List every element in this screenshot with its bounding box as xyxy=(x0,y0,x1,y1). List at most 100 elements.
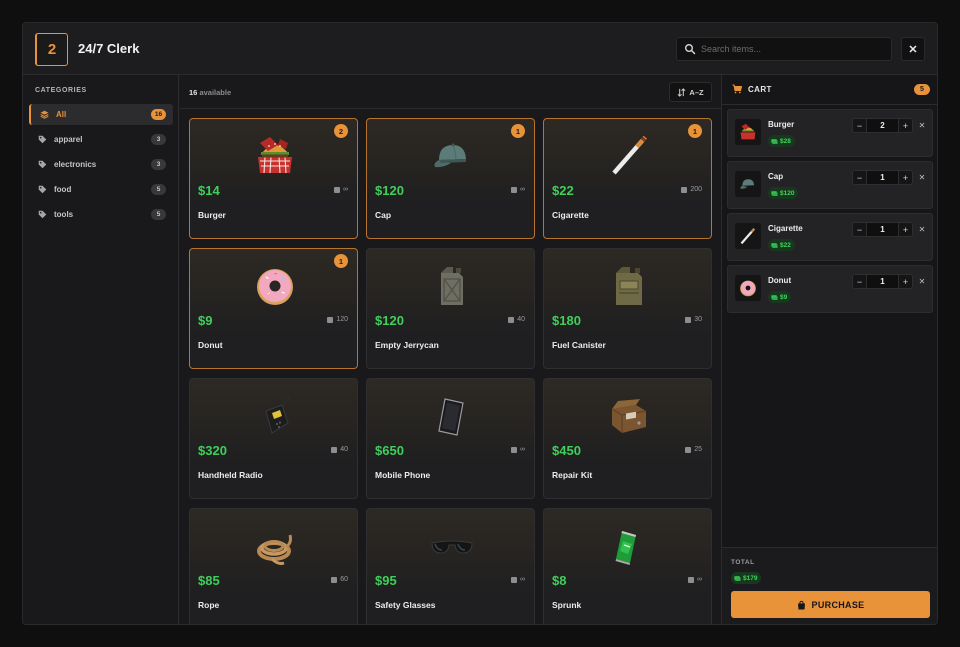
fuel-canister-icon xyxy=(616,267,642,305)
product-card-mobile-phone[interactable]: $650 ∞ Mobile Phone xyxy=(366,378,535,499)
increase-button[interactable]: + xyxy=(898,170,913,185)
product-name: Burger xyxy=(198,210,226,220)
quantity-value[interactable]: 1 xyxy=(867,222,898,237)
product-price: $120 xyxy=(375,183,404,198)
remove-item-button[interactable]: ✕ xyxy=(917,172,927,182)
cigarette-icon xyxy=(740,228,756,245)
category-sidebar: CATEGORIES All 16 apparel 3 electronics … xyxy=(23,75,179,624)
stock-indicator: 60 xyxy=(331,576,348,583)
radio-icon xyxy=(265,396,292,434)
product-card-empty-jerrycan[interactable]: $120 40 Empty Jerrycan xyxy=(366,248,535,369)
quantity-value[interactable]: 2 xyxy=(867,118,898,133)
product-card-donut[interactable]: 1 $9 120 Donut xyxy=(189,248,358,369)
tag-icon xyxy=(38,185,47,194)
sidebar-item-electronics[interactable]: electronics 3 xyxy=(29,154,173,175)
purchase-button[interactable]: PURCHASE xyxy=(731,591,930,618)
decrease-button[interactable]: − xyxy=(852,274,867,289)
sidebar-item-tools[interactable]: tools 5 xyxy=(29,204,173,225)
category-count-badge: 3 xyxy=(151,134,166,145)
product-toolbar: 16 available A–Z xyxy=(180,75,721,109)
product-card-rope[interactable]: $85 60 Rope xyxy=(189,508,358,624)
stock-indicator: ∞ xyxy=(511,446,525,453)
tag-icon xyxy=(38,210,47,219)
product-name: Handheld Radio xyxy=(198,470,263,480)
category-count-badge: 5 xyxy=(151,184,166,195)
product-price: $450 xyxy=(552,443,581,458)
cart-item-thumbnail xyxy=(735,223,761,249)
product-card-handheld-radio[interactable]: $320 40 Handheld Radio xyxy=(189,378,358,499)
increase-button[interactable]: + xyxy=(898,118,913,133)
product-card-fuel-canister[interactable]: $180 30 Fuel Canister xyxy=(543,248,712,369)
product-name: Safety Glasses xyxy=(375,600,436,610)
close-button[interactable]: ✕ xyxy=(901,37,925,61)
box-icon xyxy=(685,316,692,323)
product-card-sprunk[interactable]: $8 ∞ Sprunk xyxy=(543,508,712,624)
product-price: $8 xyxy=(552,573,567,588)
quantity-value[interactable]: 1 xyxy=(867,170,898,185)
search-input[interactable] xyxy=(701,38,887,60)
increase-button[interactable]: + xyxy=(898,274,913,289)
product-card-cap[interactable]: 1 $120 ∞ Cap xyxy=(366,118,535,239)
product-card-repair-kit[interactable]: $450 25 Repair Kit xyxy=(543,378,712,499)
sidebar-title: CATEGORIES xyxy=(35,87,87,94)
stock-indicator: 120 xyxy=(327,316,348,323)
tag-icon xyxy=(38,160,47,169)
cart-item: Cap $120 − 1 + ✕ xyxy=(727,161,933,209)
quantity-stepper: − 1 + xyxy=(852,170,913,185)
remove-item-button[interactable]: ✕ xyxy=(917,276,927,286)
product-name: Cap xyxy=(375,210,392,220)
product-card-cigarette[interactable]: 1 $22 200 Cigarette xyxy=(543,118,712,239)
sort-label: A–Z xyxy=(689,87,704,97)
money-icon xyxy=(771,138,778,144)
product-card-safety-glasses[interactable]: $95 ∞ Safety Glasses xyxy=(366,508,535,624)
total-value: $179 xyxy=(731,572,762,584)
product-area: 16 available A–Z 2 $14 ∞ Burger 1 $120 ∞… xyxy=(180,75,721,624)
box-icon xyxy=(331,446,338,453)
product-name: Empty Jerrycan xyxy=(375,340,439,350)
cart-item-price: $9 xyxy=(768,291,792,303)
donut-icon xyxy=(257,269,293,305)
rope-icon xyxy=(257,534,292,565)
sidebar-item-label: food xyxy=(54,185,72,194)
remove-item-button[interactable]: ✕ xyxy=(917,120,927,130)
cart-title: CART xyxy=(748,85,772,94)
available-count: 16 available xyxy=(189,88,232,97)
stock-indicator: 40 xyxy=(508,316,525,323)
cart-footer: TOTAL $179 PURCHASE xyxy=(722,547,937,624)
product-price: $9 xyxy=(198,313,213,328)
box-icon xyxy=(334,186,340,193)
sidebar-item-food[interactable]: food 5 xyxy=(29,179,173,200)
product-card-burger[interactable]: 2 $14 ∞ Burger xyxy=(189,118,358,239)
sidebar-item-apparel[interactable]: apparel 3 xyxy=(29,129,173,150)
search-box[interactable] xyxy=(676,37,892,61)
decrease-button[interactable]: − xyxy=(852,118,867,133)
cart-item-name: Donut xyxy=(768,276,792,285)
increase-button[interactable]: + xyxy=(898,222,913,237)
product-price: $320 xyxy=(198,443,227,458)
product-name: Donut xyxy=(198,340,223,350)
shop-window: 2 24/7 Clerk ✕ CATEGORIES All 16 apparel… xyxy=(22,22,938,625)
phone-icon xyxy=(438,398,464,436)
remove-item-button[interactable]: ✕ xyxy=(917,224,927,234)
decrease-button[interactable]: − xyxy=(852,170,867,185)
quantity-value[interactable]: 1 xyxy=(867,274,898,289)
product-price: $650 xyxy=(375,443,404,458)
product-name: Fuel Canister xyxy=(552,340,606,350)
decrease-button[interactable]: − xyxy=(852,222,867,237)
cart-item-thumbnail xyxy=(735,119,761,145)
quantity-stepper: − 1 + xyxy=(852,222,913,237)
sort-button[interactable]: A–Z xyxy=(669,82,712,102)
stock-indicator: ∞ xyxy=(511,576,525,583)
sort-icon xyxy=(677,87,686,97)
sidebar-item-all[interactable]: All 16 xyxy=(29,104,173,125)
category-count-badge: 16 xyxy=(151,109,166,120)
product-price: $95 xyxy=(375,573,397,588)
in-cart-badge: 1 xyxy=(511,124,525,138)
purchase-label: PURCHASE xyxy=(811,599,865,610)
header: 2 24/7 Clerk ✕ xyxy=(23,23,937,75)
repair-kit-icon xyxy=(611,399,647,433)
cigarette-icon xyxy=(612,135,647,175)
cart-item: Donut $9 − 1 + ✕ xyxy=(727,265,933,313)
search-icon xyxy=(685,44,696,55)
tag-icon xyxy=(38,135,47,144)
